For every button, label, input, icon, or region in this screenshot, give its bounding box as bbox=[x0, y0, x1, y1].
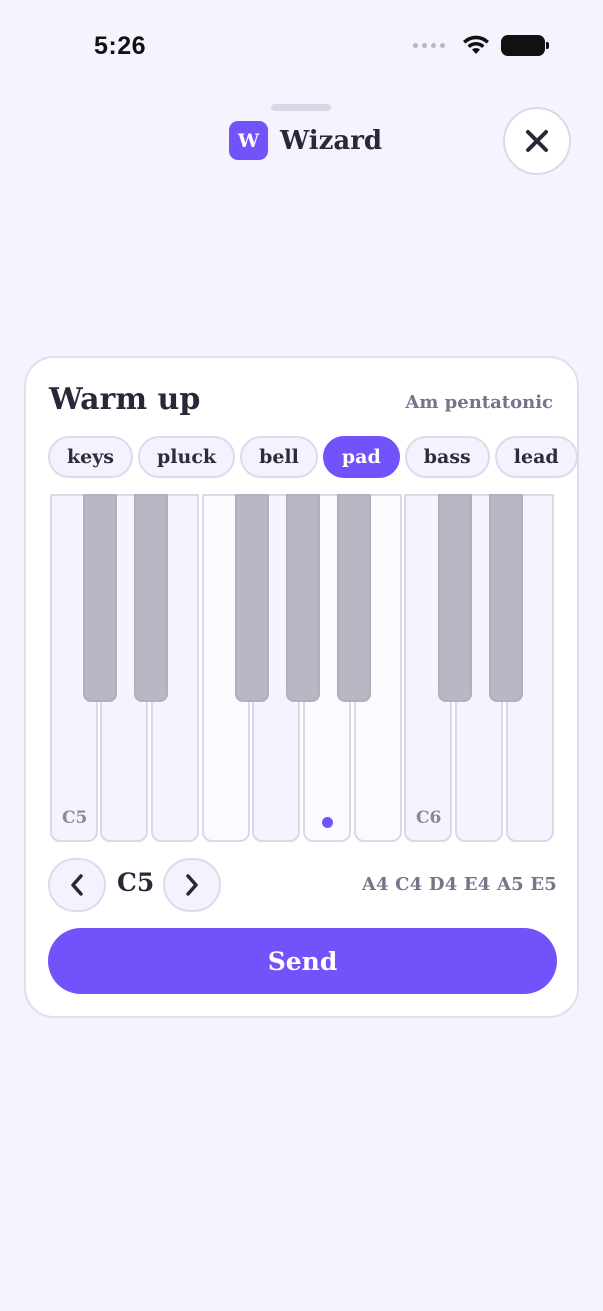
black-key-f#5[interactable] bbox=[235, 494, 269, 702]
key-label-c6: C6 bbox=[416, 808, 442, 828]
chevron-right-icon bbox=[186, 874, 198, 896]
close-icon bbox=[526, 130, 548, 152]
black-key-a#5[interactable] bbox=[337, 494, 371, 702]
octave-up-button[interactable] bbox=[163, 858, 221, 912]
status-time: 5:26 bbox=[94, 32, 147, 60]
signal-dots-icon bbox=[413, 42, 445, 48]
chip-pluck[interactable]: pluck bbox=[138, 436, 236, 478]
black-key-d#5[interactable] bbox=[134, 494, 168, 702]
key-label-c5: C5 bbox=[62, 808, 88, 828]
black-key-c#5[interactable] bbox=[83, 494, 117, 702]
chip-lead[interactable]: lead bbox=[494, 436, 578, 478]
chevron-left-icon bbox=[71, 874, 83, 896]
scale-notes: A4 C4 D4 E4 A5 E5 bbox=[361, 874, 557, 895]
sound-chips: keys pluck bell pad bass lead bbox=[48, 436, 578, 478]
black-key-g#5[interactable] bbox=[286, 494, 320, 702]
active-note-dot bbox=[322, 817, 333, 828]
chip-bell[interactable]: bell bbox=[240, 436, 318, 478]
chip-pad[interactable]: pad bbox=[322, 436, 400, 478]
app-logo: W bbox=[229, 121, 268, 160]
send-button[interactable]: Send bbox=[48, 928, 557, 994]
close-button[interactable] bbox=[503, 107, 571, 175]
card-title: Warm up bbox=[49, 382, 201, 417]
chip-bass[interactable]: bass bbox=[404, 436, 490, 478]
octave-down-button[interactable] bbox=[48, 858, 106, 912]
battery-icon bbox=[501, 34, 549, 56]
warmup-card: Warm up Am pentatonic keys pluck bell pa… bbox=[24, 356, 579, 1018]
app-name: Wizard bbox=[280, 125, 383, 156]
wifi-icon bbox=[463, 35, 489, 54]
status-icons bbox=[413, 34, 549, 56]
octave-label: C5 bbox=[117, 868, 155, 897]
black-key-c#6[interactable] bbox=[438, 494, 472, 702]
chip-keys[interactable]: keys bbox=[48, 436, 133, 478]
scale-name: Am pentatonic bbox=[405, 392, 553, 413]
octave-row: C5 A4 C4 D4 E4 A5 E5 bbox=[48, 858, 557, 912]
piano-keyboard: C5 C6 bbox=[50, 494, 557, 842]
app-brand: W Wizard bbox=[229, 121, 382, 160]
black-key-d#6[interactable] bbox=[489, 494, 523, 702]
sheet-grabber[interactable] bbox=[271, 104, 331, 111]
